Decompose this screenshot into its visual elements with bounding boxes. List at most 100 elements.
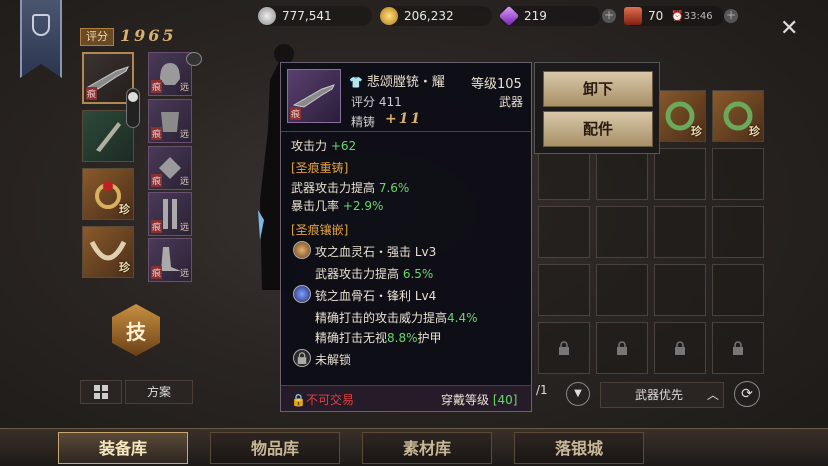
gem1-stat: 武器攻击力提高 6.5% (315, 265, 433, 282)
lock-icon (617, 341, 627, 355)
page-indicator: /1 (536, 383, 548, 397)
gem1-stat-value: 6.5% (402, 267, 434, 281)
tab-equipment[interactable]: 装备库 (58, 432, 188, 464)
ticket-currency: 70 ⏰ 33:46 (624, 6, 724, 26)
tab-items[interactable]: 物品库 (210, 432, 340, 464)
sort-dropdown[interactable]: 武器优先 ︿ (600, 382, 724, 408)
bag-cell[interactable] (538, 206, 590, 258)
add-ticket-button[interactable]: + (724, 9, 738, 23)
bag-cell-ring[interactable]: 珍 (712, 90, 764, 142)
tag-zhen: 痕 (290, 107, 302, 120)
eye-icon[interactable] (186, 52, 202, 66)
tag-zhen: 痕 (151, 266, 163, 279)
refresh-icon[interactable]: ⟳ (734, 381, 760, 407)
add-diamond-button[interactable]: + (602, 9, 616, 23)
tag-zhen: 痕 (151, 174, 163, 187)
game-screen: { "score": {"label": "评分", "value": "196… (0, 0, 828, 466)
trade-status: 🔒不可交易 (291, 391, 354, 408)
tag-rare: 珍 (119, 261, 130, 274)
bag-cell[interactable] (712, 206, 764, 258)
silver-coin-icon (258, 7, 276, 25)
scheme-button[interactable]: 方案 (125, 380, 193, 404)
unequip-button[interactable]: 卸下 (543, 71, 653, 107)
tag-yuan: 远 (179, 223, 189, 233)
bag-cell[interactable] (538, 264, 590, 316)
tag-rare: 珍 (749, 125, 760, 138)
wear-label: 穿戴等级 (441, 393, 490, 407)
tab-materials[interactable]: 素材库 (362, 432, 492, 464)
guild-banner (20, 0, 62, 78)
item-action-menu: 卸下 配件 (534, 62, 660, 154)
gold-currency: 206,232 (380, 6, 492, 26)
equip-slot-armor[interactable]: 痕远 (148, 99, 192, 143)
forge-value: +11 (385, 111, 423, 127)
equip-slot-gloves[interactable]: 痕远 (148, 146, 192, 190)
bag-cell-locked[interactable] (538, 322, 590, 374)
parts-button[interactable]: 配件 (543, 111, 653, 147)
bag-cell[interactable] (654, 206, 706, 258)
stat1-value: 7.6% (378, 181, 410, 195)
item-icon-frame: 痕 (287, 69, 341, 123)
gem2-stat1: 精确打击的攻击威力提高4.4% (315, 309, 478, 326)
skill-button[interactable]: 技 (112, 304, 160, 356)
tab-silver-city[interactable]: 落银城 (514, 432, 644, 464)
bag-cell-locked[interactable] (654, 322, 706, 374)
silver-currency: 777,541 (258, 6, 372, 26)
shirt-icon: 👕 (349, 76, 363, 89)
bag-cell[interactable] (712, 148, 764, 200)
toggle-switch[interactable] (126, 88, 140, 128)
bag-cell-locked[interactable] (596, 322, 648, 374)
close-icon[interactable]: ✕ (780, 16, 798, 41)
gem2-stat2-value: 8.8% (387, 331, 418, 345)
bag-cell[interactable] (654, 148, 706, 200)
attack-value: +62 (330, 139, 357, 153)
equip-slot-legs[interactable]: 痕远 (148, 192, 192, 236)
locked-slot-label: 未解锁 (315, 353, 352, 367)
tag-zhen: 痕 (151, 80, 163, 93)
bone-stone-icon (293, 285, 311, 303)
equip-slot-boots[interactable]: 痕远 (148, 238, 192, 282)
timer-icon: ⏰ (671, 10, 684, 22)
tag-rare: 珍 (691, 125, 702, 138)
grid-view-button[interactable] (80, 380, 122, 404)
equip-slot-necklace[interactable]: 珍 (82, 226, 134, 278)
chevron-up-icon: ︿ (706, 388, 719, 402)
bag-cell[interactable] (654, 264, 706, 316)
stat2-value: +2.9% (342, 199, 384, 213)
gem2-stat2: 精确打击无视8.8%护甲 (315, 329, 442, 346)
lock-icon: 🔒 (291, 393, 306, 407)
tag-zhen: 痕 (86, 87, 98, 100)
silver-amount: 777,541 (282, 9, 332, 23)
blood-stone-icon (293, 241, 311, 259)
timer-value: 33:46 (683, 10, 713, 22)
stat2-label: 暴击几率 (291, 199, 340, 213)
stat-crit: 暴击几率 +2.9% (291, 197, 383, 214)
bag-cell[interactable] (596, 148, 648, 200)
score-label: 评分 (80, 28, 114, 46)
attack-label: 攻击力 (291, 139, 328, 153)
ticket-icon (624, 7, 642, 25)
bag-cell[interactable] (596, 206, 648, 258)
bag-cell-locked[interactable] (712, 322, 764, 374)
item-name-row: 👕 悲颂膛铳・耀 (349, 71, 445, 90)
section-inlay: [圣痕镶嵌] (291, 223, 349, 237)
bag-cell[interactable] (538, 148, 590, 200)
grid-icon (94, 385, 108, 399)
gem2-name: 铳之血骨石・锋利 Lv4 (315, 289, 437, 303)
diamond-icon (498, 5, 520, 27)
attack-row: 攻击力 +62 (291, 137, 356, 154)
tag-rare: 珍 (119, 203, 130, 216)
forge-label: 精铸 (351, 115, 376, 129)
divider (281, 131, 531, 132)
bag-cell-ring[interactable]: 珍 (654, 90, 706, 142)
bag-cell[interactable] (596, 264, 648, 316)
diamond-currency: 219 (498, 5, 600, 27)
chevron-down-icon[interactable]: ▼ (566, 382, 590, 406)
item-type: 武器 (499, 95, 524, 109)
bag-cell[interactable] (712, 264, 764, 316)
gem2-stat1-value: 4.4% (447, 311, 478, 325)
item-level: 等级105 (471, 77, 522, 92)
sort-label: 武器优先 (635, 388, 684, 402)
equip-slot-ring[interactable]: 珍 (82, 168, 134, 220)
dagger-icon (96, 122, 121, 152)
